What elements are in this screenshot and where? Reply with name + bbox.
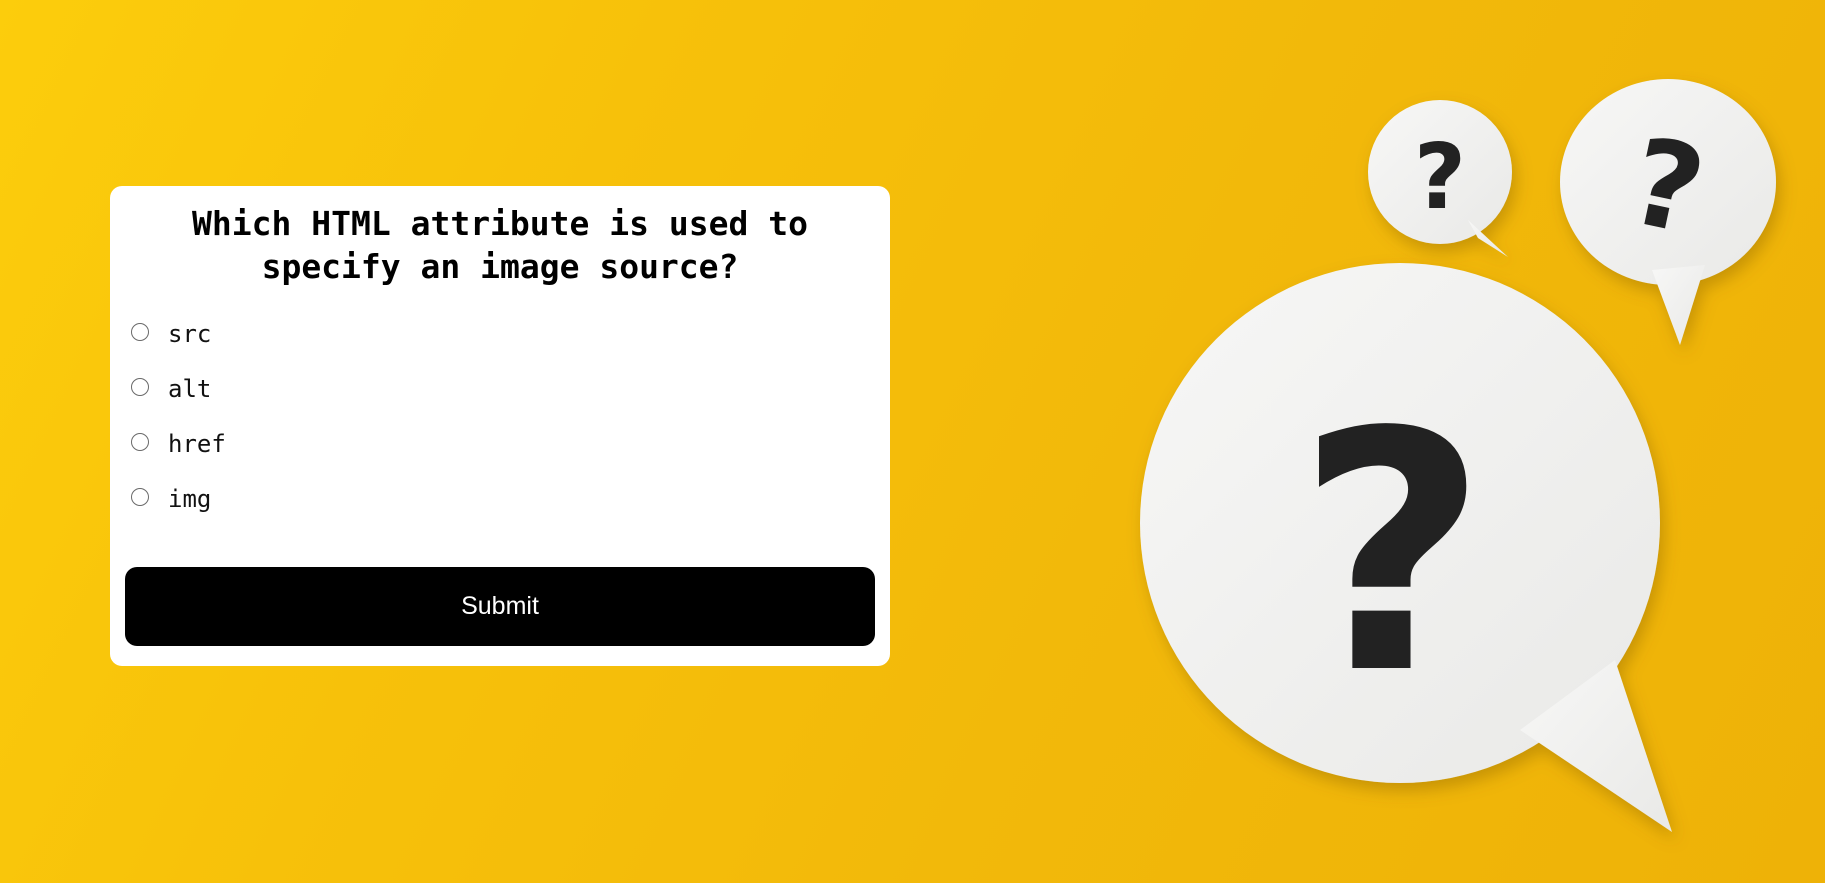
quiz-card: Which HTML attribute is used to specify …: [110, 186, 890, 666]
radio-button[interactable]: [131, 377, 149, 396]
answer-label: src: [168, 319, 212, 348]
answer-option-img[interactable]: img: [125, 471, 875, 526]
submit-button[interactable]: Submit: [125, 567, 875, 646]
small-speech-bubble-icon: ?: [1368, 100, 1512, 257]
answer-option-src[interactable]: src: [125, 306, 875, 361]
medium-speech-bubble-icon: ?: [1560, 79, 1776, 345]
small-question-mark-icon: ?: [1414, 125, 1466, 230]
answer-options: src alt href img: [125, 306, 875, 526]
answer-option-alt[interactable]: alt: [125, 361, 875, 416]
large-speech-bubble-icon: ?: [1140, 263, 1672, 832]
answer-label: href: [168, 429, 226, 458]
answer-label: img: [168, 484, 212, 513]
radio-button[interactable]: [131, 432, 149, 451]
radio-button[interactable]: [131, 322, 149, 341]
large-question-mark-icon: ?: [1296, 362, 1487, 746]
question-text: Which HTML attribute is used to specify …: [192, 204, 808, 286]
answer-option-href[interactable]: href: [125, 416, 875, 471]
answer-label: alt: [168, 374, 212, 403]
radio-button[interactable]: [131, 487, 149, 506]
